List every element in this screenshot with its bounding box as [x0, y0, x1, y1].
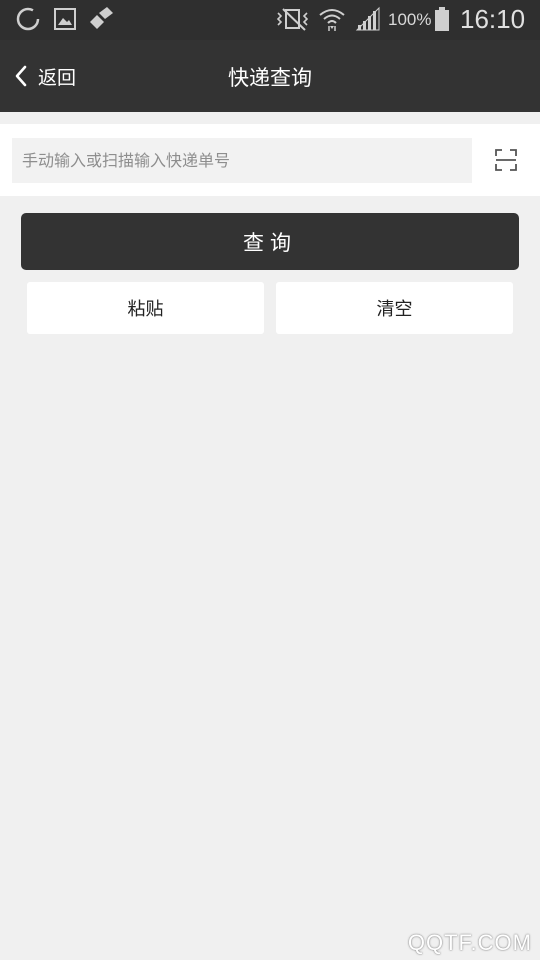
image-icon [53, 6, 77, 36]
page-title: 快递查询 [228, 66, 312, 90]
query-button[interactable]: 查询 [21, 213, 519, 270]
battery-icon [434, 6, 450, 36]
status-time: 16:10 [460, 4, 526, 34]
watermark: QQTF.COM [407, 930, 532, 955]
signal-icon [355, 6, 381, 36]
wifi-icon [318, 6, 346, 38]
status-bar: 100% 16:10 [0, 0, 540, 40]
scan-icon[interactable] [494, 148, 518, 172]
toolbar: 返回 快递查询 [0, 40, 540, 112]
vibrate-icon [275, 6, 311, 36]
loading-icon [15, 6, 41, 36]
tracking-input-panel [0, 124, 540, 196]
paste-button[interactable]: 粘贴 [27, 282, 264, 334]
battery-percent: 100% [388, 10, 432, 29]
brush-icon [87, 6, 115, 36]
tracking-number-input[interactable] [12, 138, 472, 183]
clear-button[interactable]: 清空 [276, 282, 513, 334]
